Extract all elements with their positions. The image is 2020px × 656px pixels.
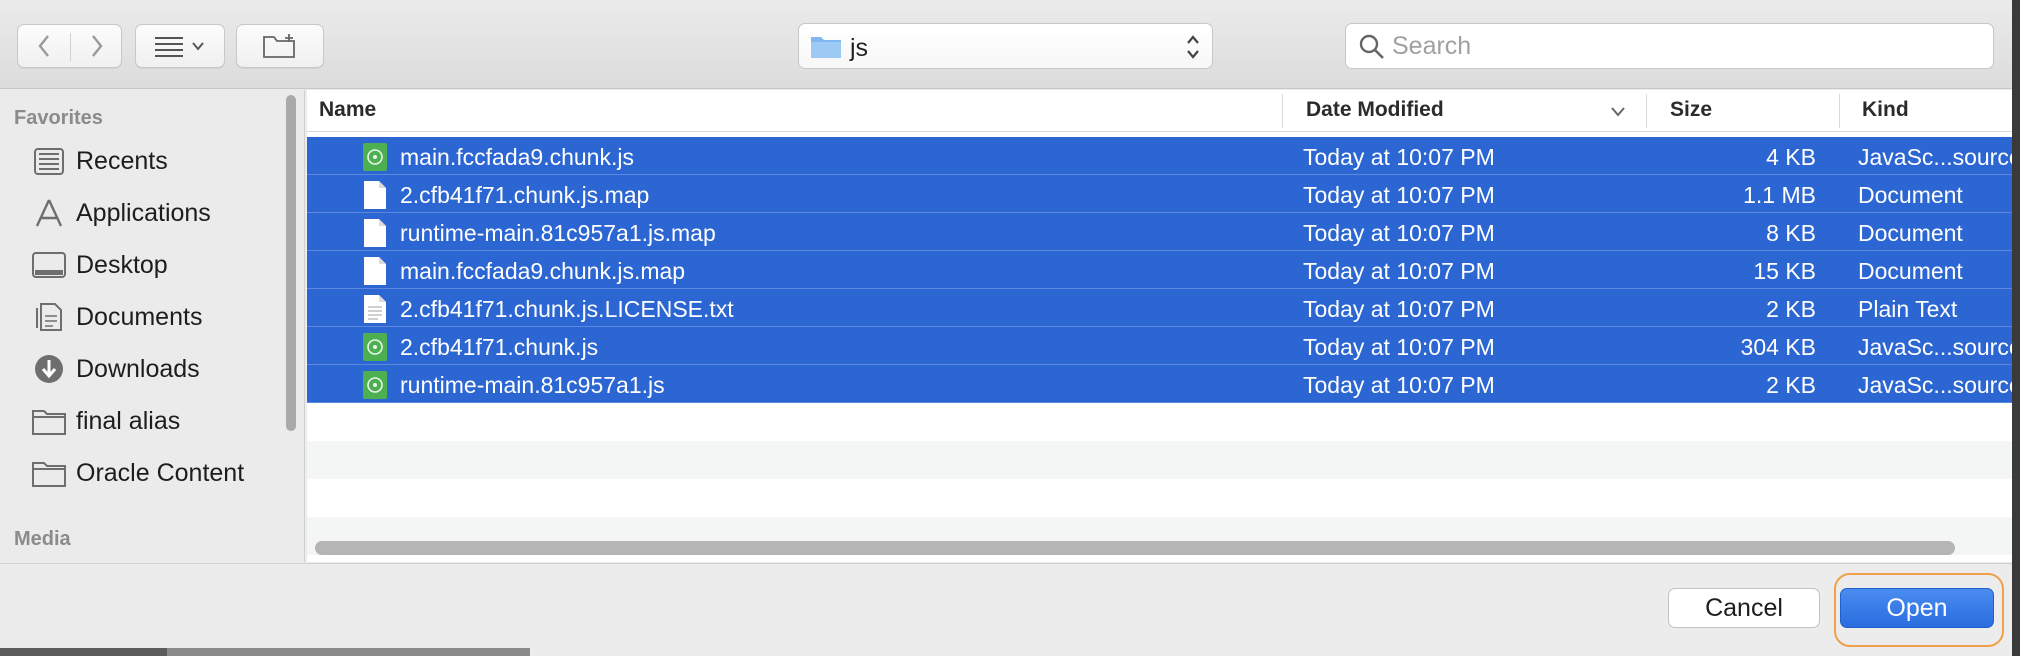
chevron-left-icon — [38, 35, 49, 57]
folder-icon — [811, 37, 841, 58]
javascript-file-icon — [363, 371, 387, 399]
javascript-file-icon — [363, 333, 387, 361]
open-button[interactable]: Open — [1840, 588, 1994, 628]
column-header-kind[interactable]: Kind — [1862, 98, 1909, 122]
back-forward-control — [17, 24, 122, 68]
search-field — [1345, 23, 1994, 69]
search-input[interactable] — [1392, 30, 1982, 62]
desktop-icon — [32, 252, 66, 278]
file-size: 304 KB — [1740, 334, 1816, 360]
file-name: main.fccfada9.chunk.js.map — [400, 258, 686, 284]
folder-icon — [32, 410, 66, 435]
sidebar: Favorites Recents Applications Desktop D… — [0, 90, 305, 562]
sidebar-item-documents[interactable]: Documents — [0, 293, 285, 341]
file-name: 2.cfb41f71.chunk.js.LICENSE.txt — [400, 296, 734, 322]
chevron-right-icon — [92, 35, 103, 57]
file-row[interactable]: main.fccfada9.chunk.js.map Today at 10:0… — [307, 251, 2012, 289]
horizontal-scrollbar[interactable] — [315, 541, 1955, 555]
file-size: 2 KB — [1766, 372, 1816, 398]
file-kind: Document — [1858, 182, 1963, 208]
file-size: 1.1 MB — [1743, 182, 1816, 208]
recents-icon — [34, 148, 64, 175]
back-button[interactable] — [18, 25, 70, 67]
sidebar-item-label: Documents — [76, 303, 203, 331]
document-file-icon — [364, 219, 386, 247]
file-name: 2.cfb41f71.chunk.js — [400, 334, 599, 360]
forward-button[interactable] — [71, 25, 123, 67]
list-view-icon — [155, 37, 183, 57]
column-header: Name Date Modified Size Kind — [307, 90, 2012, 132]
downloads-icon — [35, 355, 63, 383]
file-row[interactable]: runtime-main.81c957a1.js Today at 10:07 … — [307, 365, 2012, 403]
path-popup-button[interactable]: js — [798, 23, 1213, 69]
cancel-button[interactable]: Cancel — [1668, 588, 1820, 628]
column-header-name[interactable]: Name — [319, 98, 376, 122]
folder-icon — [32, 462, 66, 487]
chevron-down-icon — [192, 42, 204, 51]
sidebar-section-favorites: Favorites — [14, 107, 103, 129]
sidebar-item-final-alias[interactable]: final alias — [0, 397, 285, 445]
sidebar-item-label: final alias — [76, 407, 181, 435]
empty-row — [307, 403, 2012, 441]
file-size: 2 KB — [1766, 296, 1816, 322]
file-kind: Plain Text — [1858, 296, 1958, 322]
toolbar: js — [0, 0, 2012, 89]
file-name: runtime-main.81c957a1.js — [400, 372, 665, 398]
documents-icon — [36, 303, 62, 331]
column-header-date-modified[interactable]: Date Modified — [1306, 98, 1444, 122]
file-list: Name Date Modified Size Kind main.fccfad… — [307, 90, 2012, 562]
empty-row — [307, 441, 2012, 479]
file-size: 8 KB — [1766, 220, 1816, 246]
background-window-strip — [0, 648, 167, 656]
file-kind: JavaSc...source — [1858, 372, 2012, 398]
file-row[interactable]: runtime-main.81c957a1.js.map Today at 10… — [307, 213, 2012, 251]
empty-row — [307, 479, 2012, 517]
sidebar-item-downloads[interactable]: Downloads — [0, 345, 285, 393]
sidebar-item-label: Downloads — [76, 355, 200, 383]
sidebar-item-label: Recents — [76, 147, 168, 175]
column-divider — [1839, 94, 1840, 128]
sidebar-item-desktop[interactable]: Desktop — [0, 241, 285, 289]
document-file-icon — [364, 181, 386, 209]
file-name: runtime-main.81c957a1.js.map — [400, 220, 716, 246]
file-size: 4 KB — [1766, 144, 1816, 170]
file-name: main.fccfada9.chunk.js — [400, 144, 634, 170]
file-row[interactable]: 2.cfb41f71.chunk.js.LICENSE.txt Today at… — [307, 289, 2012, 327]
file-kind: JavaSc...source — [1858, 144, 2012, 170]
up-down-chevron-icon — [1187, 35, 1199, 59]
background-window-edge — [2012, 0, 2020, 656]
view-options-button[interactable] — [135, 24, 225, 68]
open-file-dialog: js Favorites Recents — [0, 0, 2020, 656]
file-size: 15 KB — [1753, 258, 1816, 284]
sidebar-item-label: Applications — [76, 199, 211, 227]
sidebar-item-applications[interactable]: Applications — [0, 189, 285, 237]
file-row[interactable]: main.fccfada9.chunk.js Today at 10:07 PM… — [307, 137, 2012, 175]
sidebar-scrollbar[interactable] — [286, 95, 296, 431]
file-name: 2.cfb41f71.chunk.js.map — [400, 182, 650, 208]
sidebar-section-media: Media — [14, 528, 71, 550]
file-kind: JavaSc...source — [1858, 334, 2012, 360]
new-folder-icon — [263, 34, 295, 58]
new-folder-button[interactable] — [236, 24, 324, 68]
document-file-icon — [364, 257, 386, 285]
file-kind: Document — [1858, 220, 1963, 246]
applications-icon — [35, 199, 63, 227]
javascript-file-icon — [363, 143, 387, 171]
file-row[interactable]: 2.cfb41f71.chunk.js.map Today at 10:07 P… — [307, 175, 2012, 213]
file-row[interactable]: 2.cfb41f71.chunk.js Today at 10:07 PM 30… — [307, 327, 2012, 365]
column-header-size[interactable]: Size — [1670, 98, 1712, 122]
file-kind: Document — [1858, 258, 1963, 284]
column-divider — [1282, 94, 1283, 128]
current-folder-label: js — [850, 34, 869, 62]
column-divider — [1646, 94, 1647, 128]
search-icon — [1359, 34, 1384, 59]
sidebar-item-label: Oracle Content — [76, 459, 245, 487]
sidebar-item-recents[interactable]: Recents — [0, 137, 285, 185]
text-file-icon — [364, 295, 386, 323]
sidebar-item-oracle-content[interactable]: Oracle Content — [0, 449, 285, 497]
sidebar-item-label: Desktop — [76, 251, 168, 279]
sort-chevron-down-icon — [1611, 107, 1625, 117]
dialog-footer: Cancel Open — [0, 563, 2012, 656]
